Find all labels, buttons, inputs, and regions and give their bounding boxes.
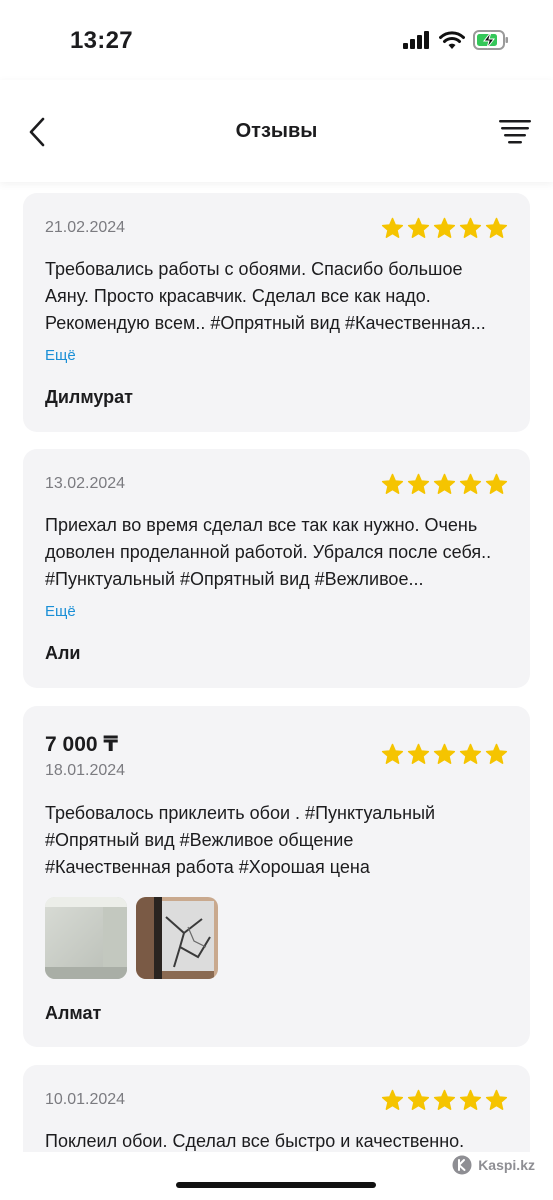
star-icon — [485, 217, 508, 238]
review-card: 21.02.2024 Требовались работы с обоями. … — [23, 193, 530, 432]
star-icon — [407, 217, 430, 238]
reviews-list[interactable]: 21.02.2024 Требовались работы с обоями. … — [0, 182, 553, 1152]
review-text-line: Приехал во время сделал все так как нужн… — [45, 515, 478, 535]
review-text-line: Требовалось приклеить обои . #Пунктуальн… — [45, 803, 436, 823]
review-price: 7 000 ₸ — [45, 733, 118, 756]
review-text: Поклеил обои. Сделал все быстро и качест… — [45, 1128, 508, 1152]
star-icon — [407, 473, 430, 494]
review-text: Приехал во время сделал все так как нужн… — [45, 512, 508, 593]
star-icon — [485, 1089, 508, 1110]
kaspi-logo-icon — [452, 1155, 472, 1175]
status-time: 13:27 — [70, 27, 133, 54]
review-author: Дилмурат — [45, 387, 133, 407]
review-text-line: доволен проделанной работой. Убрался пос… — [45, 542, 492, 562]
page-title: Отзывы — [235, 120, 318, 142]
star-icon — [459, 473, 482, 494]
rating-stars — [381, 217, 508, 240]
review-text-line: Требовались работы с обоями. Спасибо бол… — [45, 259, 463, 279]
filter-icon — [499, 120, 531, 144]
review-date: 10.01.2024 — [45, 1091, 126, 1108]
review-author: Али — [45, 643, 81, 663]
star-icon — [381, 743, 404, 764]
review-text-line: #Опрятный вид #Вежливое общение — [45, 830, 354, 850]
review-text-line: Рекомендую всем.. #Опрятный вид #Качеств… — [45, 313, 486, 333]
battery-charging-icon — [473, 30, 508, 50]
review-date: 13.02.2024 — [45, 475, 126, 492]
kaspi-watermark: Kaspi.kz — [452, 1155, 535, 1175]
review-card: 10.01.2024 Поклеил обои. Сделал все быст… — [23, 1065, 530, 1152]
star-icon — [381, 1089, 404, 1110]
review-text: Требовались работы с обоями. Спасибо бол… — [45, 256, 508, 337]
star-icon — [381, 217, 404, 238]
review-author: Алмат — [45, 1003, 102, 1023]
watermark-text: Kaspi.kz — [478, 1157, 535, 1173]
review-text-line: Аяну. Просто красавчик. Сделал все как н… — [45, 286, 431, 306]
star-icon — [433, 743, 456, 764]
more-link[interactable]: Ещё — [45, 347, 76, 364]
marble-wallpaper-photo-image — [136, 897, 218, 979]
star-icon — [407, 743, 430, 764]
home-indicator[interactable] — [176, 1182, 376, 1188]
star-icon — [407, 1089, 430, 1110]
review-text: Требовалось приклеить обои . #Пунктуальн… — [45, 800, 508, 881]
star-icon — [433, 473, 456, 494]
more-link[interactable]: Ещё — [45, 603, 76, 620]
review-text-line: #Пунктуальный #Опрятный вид #Вежливое... — [45, 569, 424, 589]
rating-stars — [381, 1089, 508, 1112]
review-date: 21.02.2024 — [45, 219, 126, 236]
star-icon — [485, 473, 508, 494]
status-icons — [403, 30, 509, 50]
rating-stars — [381, 743, 508, 766]
nav-bar: Отзывы — [0, 80, 553, 182]
status-bar: 13:27 — [0, 0, 553, 80]
star-icon — [433, 217, 456, 238]
star-icon — [459, 217, 482, 238]
star-icon — [459, 1089, 482, 1110]
review-date: 18.01.2024 — [45, 762, 126, 779]
review-photo[interactable] — [45, 897, 127, 979]
star-icon — [459, 743, 482, 764]
wall-photo-image — [45, 897, 127, 979]
star-icon — [381, 473, 404, 494]
rating-stars — [381, 473, 508, 496]
review-card: 13.02.2024 Приехал во время сделал все т… — [23, 449, 530, 688]
review-card: 7 000 ₸ 18.01.2024 Требовалось приклеить… — [23, 706, 530, 1047]
signal-icon — [403, 31, 429, 49]
review-text-line: Поклеил обои. Сделал все быстро и качест… — [45, 1131, 465, 1151]
review-photo[interactable] — [136, 897, 218, 979]
filter-button[interactable] — [499, 116, 533, 146]
star-icon — [433, 1089, 456, 1110]
review-text-line: #Качественная работа #Хорошая цена — [45, 857, 370, 877]
wifi-icon — [439, 30, 465, 49]
star-icon — [485, 743, 508, 764]
